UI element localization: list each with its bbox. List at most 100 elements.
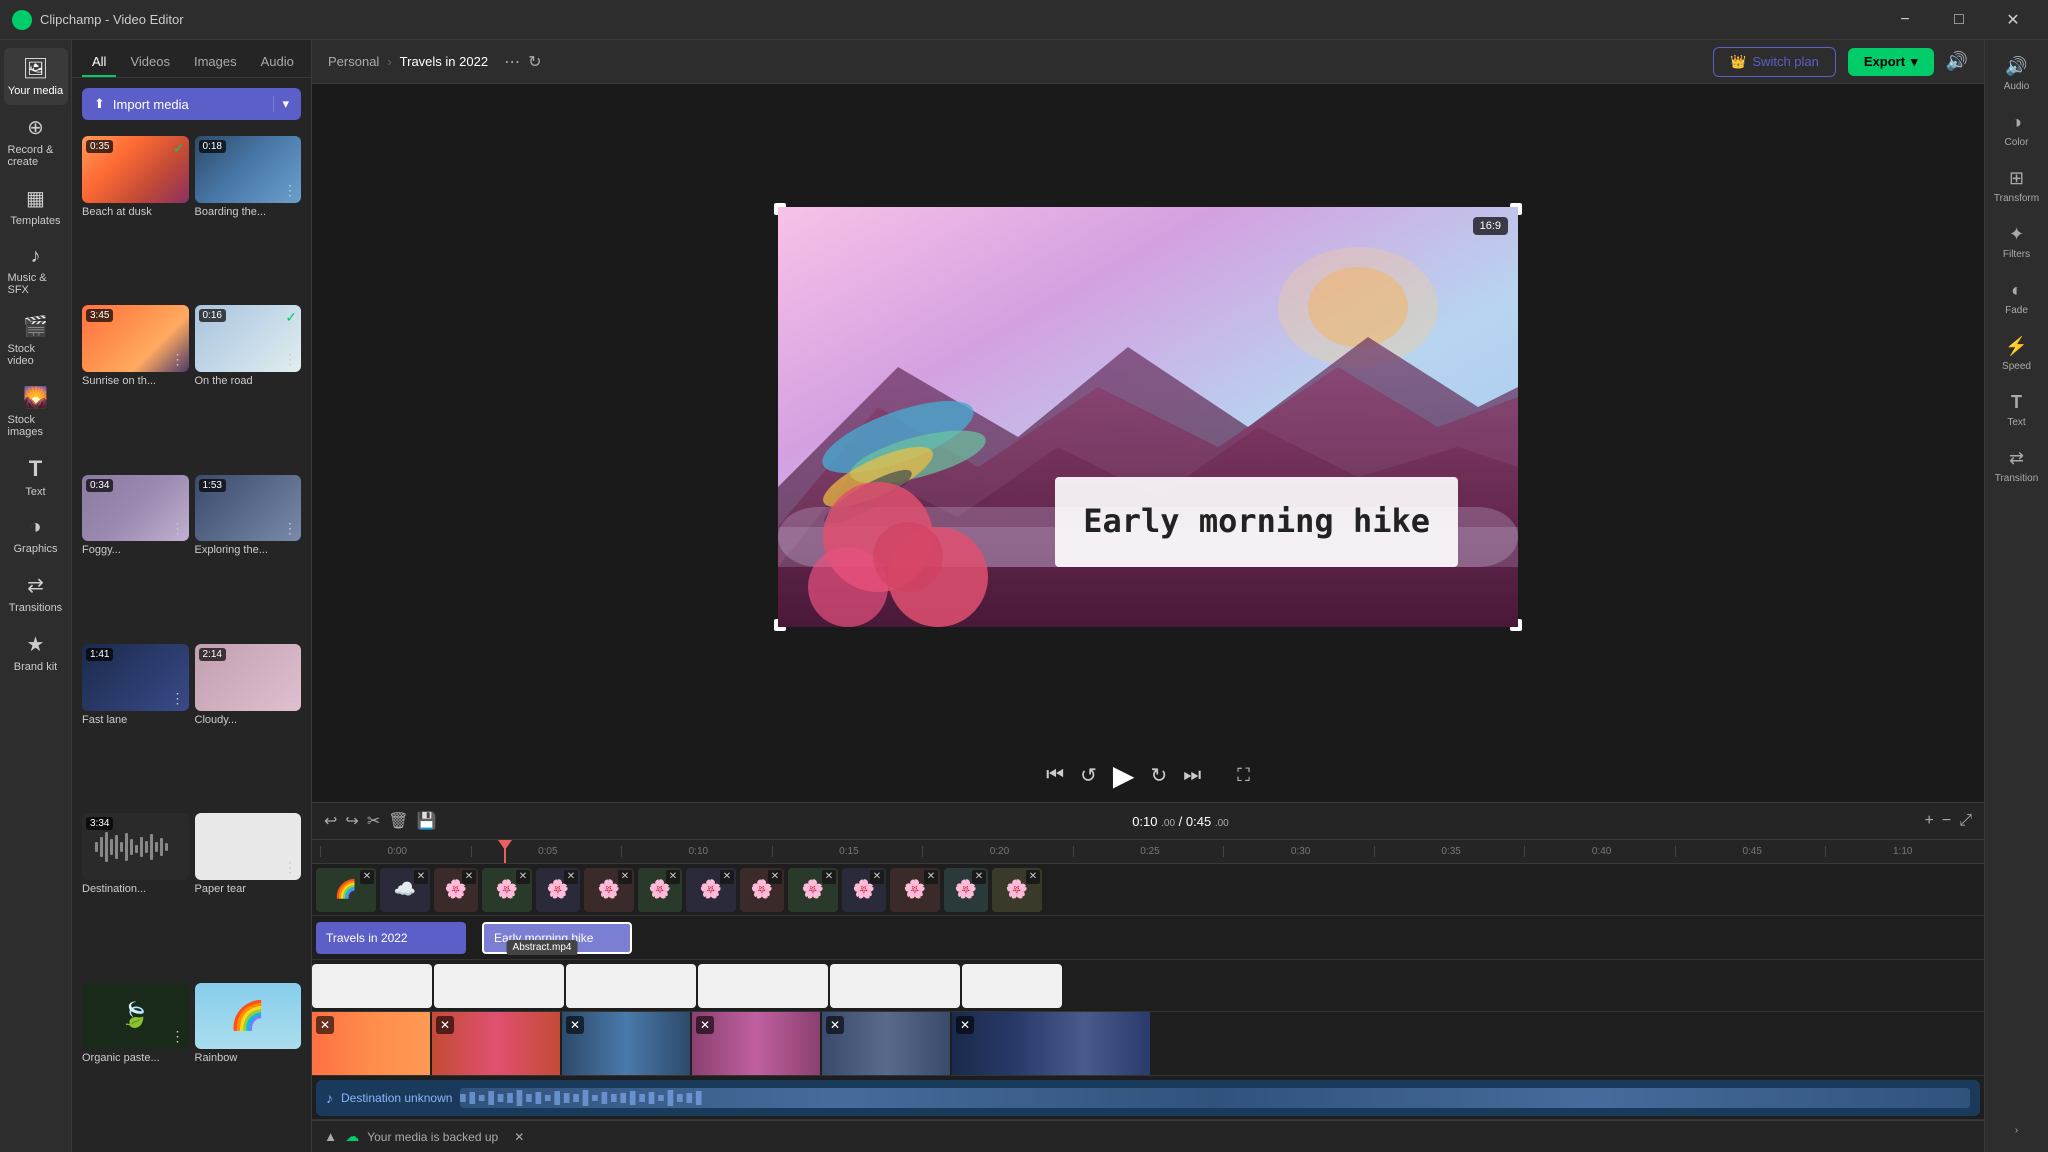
right-panel-transform[interactable]: ⊞ Transform — [1989, 160, 2045, 212]
more-icon[interactable]: ⋮ — [283, 690, 297, 707]
sticker-clip[interactable]: 🌸✕ — [686, 868, 736, 912]
sticker-clip[interactable]: 🌈✕ — [316, 868, 376, 912]
redo-button[interactable]: ↪ — [345, 811, 358, 831]
video-clip-1[interactable]: ✕ — [312, 1012, 432, 1075]
paper-clip[interactable] — [962, 964, 1062, 1008]
audio-toggle-button[interactable]: 🔊 — [1946, 51, 1968, 72]
media-thumb-rainbow[interactable]: 🌈 ⋮ — [195, 983, 302, 1050]
more-icon[interactable]: ⋮ — [171, 351, 185, 368]
save-button[interactable]: 💾 — [417, 811, 437, 831]
right-panel-transition[interactable]: ⇄ Transition — [1989, 440, 2045, 492]
media-thumb-sunrise[interactable]: 3:45 ⋮ — [82, 305, 189, 372]
playhead[interactable] — [504, 840, 506, 863]
sticker-clip[interactable]: ☁️✕ — [380, 868, 430, 912]
sync-button[interactable]: ↻ — [528, 52, 541, 72]
timeline-scroll[interactable]: 🌈✕ ☁️✕ 🌸✕ 🌸✕ 🌸✕ 🌸✕ 🌸✕ 🌸✕ 🌸✕ 🌸✕ — [312, 864, 1984, 1120]
sticker-clip[interactable]: 🌸✕ — [482, 868, 532, 912]
zoom-in-button[interactable]: + — [1925, 812, 1934, 830]
media-thumb-boarding[interactable]: 0:18 ⋮ — [195, 136, 302, 203]
media-thumb-exploring[interactable]: 1:53 ⋮ — [195, 475, 302, 542]
sticker-clip[interactable]: 🌸✕ — [740, 868, 784, 912]
right-panel-collapse[interactable]: › — [1989, 1117, 2045, 1144]
fast-forward-button[interactable]: ↻ — [1150, 763, 1167, 788]
media-thumb-fastlane[interactable]: 1:41 ⋮ — [82, 644, 189, 711]
more-icon[interactable]: ⋮ — [283, 1028, 297, 1045]
sidebar-item-graphics[interactable]: ◑ Graphics — [4, 508, 68, 563]
more-icon[interactable]: ⋮ — [283, 182, 297, 199]
more-icon[interactable]: ⋮ — [171, 690, 185, 707]
maximize-button[interactable]: □ — [1936, 5, 1982, 35]
sticker-clip[interactable]: 🌸✕ — [890, 868, 940, 912]
video-clip-2[interactable]: ✕ — [432, 1012, 562, 1075]
skip-forward-button[interactable]: ⏭ — [1183, 764, 1201, 787]
zoom-out-button[interactable]: − — [1942, 812, 1951, 830]
media-thumb-beach[interactable]: 0:35 ✓ — [82, 136, 189, 203]
sidebar-item-stock-video[interactable]: 🎬 Stock video — [4, 306, 68, 375]
media-thumb-destination[interactable]: 3:34 — [82, 813, 189, 880]
delete-button[interactable]: 🗑 — [388, 811, 408, 831]
right-panel-filters[interactable]: ✦ Filters — [1989, 216, 2045, 268]
more-icon[interactable]: ⋮ — [283, 859, 297, 876]
right-panel-audio[interactable]: 🔊 Audio — [1989, 48, 2045, 100]
undo-button[interactable]: ↩ — [324, 811, 337, 831]
right-panel-color[interactable]: ◑ Color — [1989, 104, 2045, 156]
sticker-clip[interactable]: 🌸✕ — [842, 868, 886, 912]
rewind-button[interactable]: ↺ — [1080, 763, 1097, 788]
backup-dismiss-icon[interactable]: ✕ — [514, 1130, 524, 1144]
paper-clip[interactable] — [698, 964, 828, 1008]
import-dropdown-arrow[interactable]: ▾ — [273, 96, 289, 112]
minimize-button[interactable]: − — [1882, 5, 1928, 35]
fullscreen-button[interactable]: ⛶ — [1237, 765, 1250, 786]
sticker-clip[interactable]: 🌸✕ — [788, 868, 838, 912]
sticker-clip[interactable]: 🌸✕ — [992, 868, 1042, 912]
export-button[interactable]: Export ▾ — [1848, 48, 1934, 76]
export-dropdown-icon[interactable]: ▾ — [1911, 54, 1918, 70]
media-thumb-cloudy[interactable]: 2:14 ⋮ — [195, 644, 302, 711]
sticker-clip[interactable]: 🌸✕ — [434, 868, 478, 912]
sidebar-item-text[interactable]: T Text — [4, 448, 68, 506]
skip-back-button[interactable]: ⏮ — [1046, 764, 1064, 787]
sticker-clip[interactable]: 🌸✕ — [638, 868, 682, 912]
more-icon[interactable]: ⋮ — [171, 520, 185, 537]
tab-videos[interactable]: Videos — [120, 48, 180, 77]
switch-plan-button[interactable]: 👑 Switch plan — [1713, 47, 1836, 77]
paper-clip[interactable] — [434, 964, 564, 1008]
right-panel-fade[interactable]: ◐ Fade — [1989, 272, 2045, 324]
sidebar-item-your-media[interactable]: 🖼 Your media — [4, 48, 68, 105]
right-panel-speed[interactable]: ⚡ Speed — [1989, 328, 2045, 380]
paper-clip[interactable] — [830, 964, 960, 1008]
more-options-button[interactable]: ⋯ — [504, 52, 520, 72]
tab-images[interactable]: Images — [184, 48, 247, 77]
sidebar-item-record-create[interactable]: ⊕ Record & create — [4, 107, 68, 176]
more-icon[interactable]: ⋮ — [171, 1028, 185, 1045]
sidebar-item-brand-kit[interactable]: ★ Brand kit — [4, 624, 68, 681]
video-clip-3[interactable]: ✕ — [562, 1012, 692, 1075]
sticker-clip[interactable]: 🌸✕ — [944, 868, 988, 912]
import-media-button[interactable]: ⬆ Import media ▾ — [82, 88, 301, 120]
paper-clip[interactable] — [312, 964, 432, 1008]
video-clip-5[interactable]: ✕ — [822, 1012, 952, 1075]
backup-expand-button[interactable]: ▲ — [324, 1129, 337, 1144]
sticker-clip[interactable]: 🌸✕ — [536, 868, 580, 912]
paper-clip[interactable] — [566, 964, 696, 1008]
right-panel-text[interactable]: T Text — [1989, 384, 2045, 436]
close-button[interactable]: ✕ — [1990, 5, 2036, 35]
sidebar-item-transitions[interactable]: ⇄ Transitions — [4, 565, 68, 622]
text-clip-travels[interactable]: Travels in 2022 — [316, 922, 466, 954]
more-icon[interactable]: ⋮ — [283, 351, 297, 368]
media-thumb-foggy[interactable]: 0:34 ⋮ — [82, 475, 189, 542]
media-thumb-paper-tear[interactable]: ⋮ — [195, 813, 302, 880]
sticker-clip[interactable]: 🌸✕ — [584, 868, 634, 912]
video-clip-4[interactable]: ✕ — [692, 1012, 822, 1075]
video-clip-6[interactable]: ✕ — [952, 1012, 1152, 1075]
sidebar-item-templates[interactable]: ▦ Templates — [4, 178, 68, 235]
media-thumb-organic[interactable]: 🍃 ⋮ — [82, 983, 189, 1050]
tab-audio[interactable]: Audio — [251, 48, 304, 77]
tab-all[interactable]: All — [82, 48, 116, 77]
sidebar-item-music-sfx[interactable]: ♪ Music & SFX — [4, 237, 68, 304]
media-thumb-road[interactable]: 0:16 ✓ ⋮ — [195, 305, 302, 372]
play-button[interactable]: ▶ — [1113, 759, 1135, 792]
expand-button[interactable]: ⤢ — [1959, 812, 1972, 830]
cut-button[interactable]: ✂ — [367, 811, 380, 831]
more-icon[interactable]: ⋮ — [283, 520, 297, 537]
